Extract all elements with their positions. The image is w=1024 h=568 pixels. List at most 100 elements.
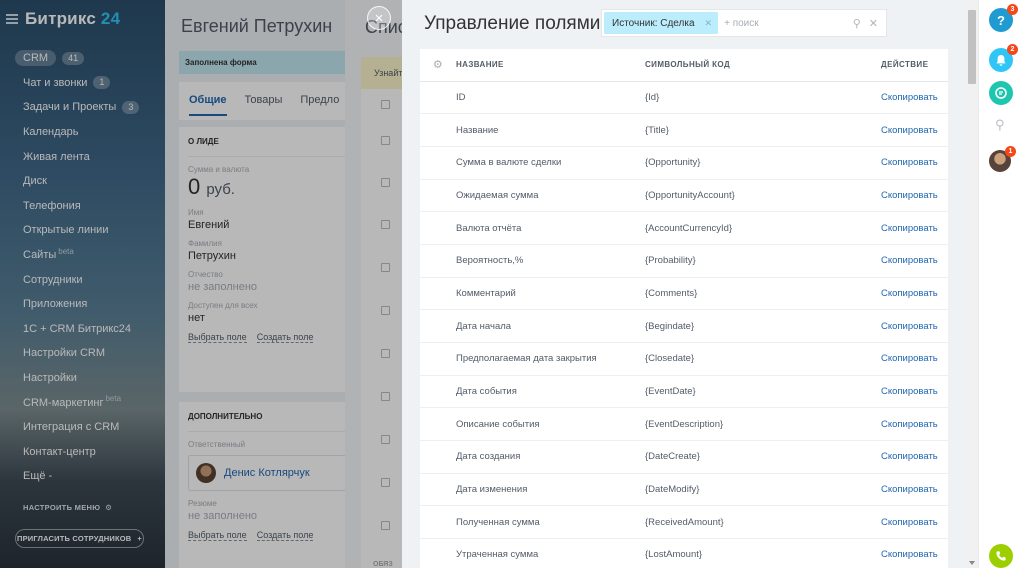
field-label: Доступен для всех bbox=[188, 301, 258, 310]
field-value: нет bbox=[188, 312, 205, 324]
copy-link[interactable]: Скопировать bbox=[881, 81, 948, 115]
create-field-link[interactable]: Создать поле bbox=[256, 332, 314, 343]
select-field-link[interactable]: Выбрать поле bbox=[188, 332, 247, 343]
copy-link[interactable]: Скопировать bbox=[881, 146, 948, 180]
sidebar-item-crm[interactable]: CRM 41 bbox=[0, 46, 165, 71]
copy-link[interactable]: Скопировать bbox=[881, 473, 948, 507]
row-gear-cell bbox=[420, 473, 456, 507]
copy-link[interactable]: Скопировать bbox=[881, 440, 948, 474]
row-checkbox[interactable] bbox=[381, 435, 390, 444]
remove-chip-icon[interactable]: ✕ bbox=[705, 18, 713, 29]
search-input[interactable]: + поиск bbox=[724, 18, 853, 29]
sidebar-item-settings[interactable]: Настройки bbox=[0, 366, 165, 391]
sidebar-item-employees[interactable]: Сотрудники bbox=[0, 267, 165, 292]
row-checkbox[interactable] bbox=[381, 263, 390, 272]
filter-chip[interactable]: Источник: Сделка ✕ bbox=[604, 12, 719, 34]
chat-icon bbox=[995, 87, 1007, 99]
close-icon[interactable]: × bbox=[367, 6, 391, 30]
row-checkbox[interactable] bbox=[381, 136, 390, 145]
user-avatar[interactable]: 1 bbox=[989, 146, 1016, 172]
field-code: {OpportunityAccount} bbox=[645, 179, 881, 213]
copy-link[interactable]: Скопировать bbox=[881, 277, 948, 311]
sidebar-item-tasks[interactable]: Задачи и Проекты 3 bbox=[0, 95, 165, 120]
row-gear-cell bbox=[420, 538, 456, 568]
copy-link[interactable]: Скопировать bbox=[881, 375, 948, 409]
sidebar-item-1c[interactable]: 1С + CRM Битрикс24 bbox=[0, 317, 165, 342]
copy-link[interactable]: Скопировать bbox=[881, 113, 948, 147]
search-icon[interactable]: ⚲ bbox=[995, 117, 1005, 133]
responsible-person[interactable]: Денис Котлярчук bbox=[188, 455, 350, 491]
sidebar-item-more[interactable]: Ещё - bbox=[0, 464, 165, 489]
sidebar-item-disk[interactable]: Диск bbox=[0, 169, 165, 194]
row-checkbox[interactable] bbox=[381, 220, 390, 229]
phone-button[interactable] bbox=[989, 544, 1013, 568]
phone-icon bbox=[996, 551, 1006, 561]
sidebar-item-label: Контакт-центр bbox=[23, 445, 96, 458]
clear-icon[interactable]: ✕ bbox=[869, 17, 878, 30]
row-checkbox[interactable] bbox=[381, 392, 390, 401]
sidebar-item-crm-integration[interactable]: Интеграция с CRM bbox=[0, 415, 165, 440]
tab-general[interactable]: Общие bbox=[189, 94, 227, 116]
row-checkbox[interactable] bbox=[381, 521, 390, 530]
row-checkbox[interactable] bbox=[381, 349, 390, 358]
copy-link[interactable]: Скопировать bbox=[881, 407, 948, 442]
sidebar-item-label: Открытые линии bbox=[23, 224, 109, 237]
sidebar-item-crm-settings[interactable]: Настройки CRM bbox=[0, 341, 165, 366]
filter-search[interactable]: Источник: Сделка ✕ + поиск ⚲ ✕ bbox=[601, 9, 887, 37]
column-header-code[interactable]: СИМВОЛЬНЫЙ КОД bbox=[645, 49, 881, 82]
row-checkbox[interactable] bbox=[381, 100, 390, 109]
sidebar-item-feed[interactable]: Живая лента bbox=[0, 144, 165, 169]
sidebar-item-calendar[interactable]: Календарь bbox=[0, 120, 165, 145]
invite-label: ПРИГЛАСИТЬ СОТРУДНИКОВ bbox=[16, 534, 132, 543]
field-code: {DateModify} bbox=[645, 473, 881, 507]
row-checkbox[interactable] bbox=[381, 478, 390, 487]
copy-link[interactable]: Скопировать bbox=[881, 538, 948, 568]
copy-link[interactable]: Скопировать bbox=[881, 244, 948, 278]
configure-menu-button[interactable]: НАСТРОИТЬ МЕНЮ ⚙ bbox=[23, 503, 112, 512]
tab-products[interactable]: Товары bbox=[245, 94, 283, 108]
lead-tabs: Общие Товары Предло bbox=[179, 82, 359, 120]
copy-link[interactable]: Скопировать bbox=[881, 179, 948, 213]
copy-link[interactable]: Скопировать bbox=[881, 342, 948, 376]
sidebar-item-chat[interactable]: Чат и звонки 1 bbox=[0, 71, 165, 96]
sidebar-item-open-lines[interactable]: Открытые линии bbox=[0, 218, 165, 243]
scrollbar-thumb[interactable] bbox=[968, 10, 976, 84]
search-icon[interactable]: ⚲ bbox=[853, 17, 861, 30]
sidebar-item-sites[interactable]: Сайты beta bbox=[0, 243, 165, 268]
notifications-button[interactable]: 2 bbox=[989, 44, 1018, 72]
field-name: Утраченная сумма bbox=[456, 538, 645, 568]
sidebar-item-apps[interactable]: Приложения bbox=[0, 292, 165, 317]
scrollbar[interactable] bbox=[966, 0, 978, 568]
table-row: Дата создания {DateCreate} Скопировать bbox=[420, 440, 948, 474]
logo[interactable]: Битрикс 24 bbox=[25, 9, 120, 29]
sidebar-item-crm-marketing[interactable]: CRM-маркетинг beta bbox=[0, 390, 165, 415]
field-name: Валюта отчёта bbox=[456, 211, 645, 245]
copy-link[interactable]: Скопировать bbox=[881, 309, 948, 343]
gear-icon[interactable]: ⚙ bbox=[433, 59, 443, 71]
create-field-link[interactable]: Создать поле bbox=[256, 530, 314, 541]
scroll-down-arrow[interactable] bbox=[969, 561, 975, 565]
select-field-link[interactable]: Выбрать поле bbox=[188, 530, 247, 541]
tab-offers[interactable]: Предло bbox=[300, 94, 339, 108]
row-checkbox[interactable] bbox=[381, 178, 390, 187]
row-gear-cell bbox=[420, 407, 456, 442]
row-gear-cell bbox=[420, 146, 456, 180]
additional-section: ДОПОЛНИТЕЛЬНО Ответственный Денис Котляр… bbox=[179, 402, 359, 568]
field-name: Ожидаемая сумма bbox=[456, 179, 645, 213]
column-header-name[interactable]: НАЗВАНИЕ bbox=[456, 49, 645, 82]
invite-employees-button[interactable]: ПРИГЛАСИТЬ СОТРУДНИКОВ + bbox=[15, 529, 144, 548]
field-name: ID bbox=[456, 81, 645, 115]
sidebar-item-contact-center[interactable]: Контакт-центр bbox=[0, 440, 165, 465]
row-checkbox[interactable] bbox=[381, 306, 390, 315]
help-button[interactable]: ? 3 bbox=[989, 4, 1018, 32]
copy-link[interactable]: Скопировать bbox=[881, 505, 948, 540]
sidebar-item-label: Интеграция с CRM bbox=[23, 421, 120, 434]
table-row: Название {Title} Скопировать bbox=[420, 113, 948, 147]
field-label: Фамилия bbox=[188, 239, 222, 248]
menu-icon[interactable] bbox=[6, 14, 18, 24]
configure-menu-label: НАСТРОИТЬ МЕНЮ bbox=[23, 503, 101, 512]
copy-link[interactable]: Скопировать bbox=[881, 211, 948, 245]
field-label: Ответственный bbox=[188, 440, 246, 449]
chat-button[interactable] bbox=[989, 81, 1013, 105]
sidebar-item-telephony[interactable]: Телефония bbox=[0, 194, 165, 219]
